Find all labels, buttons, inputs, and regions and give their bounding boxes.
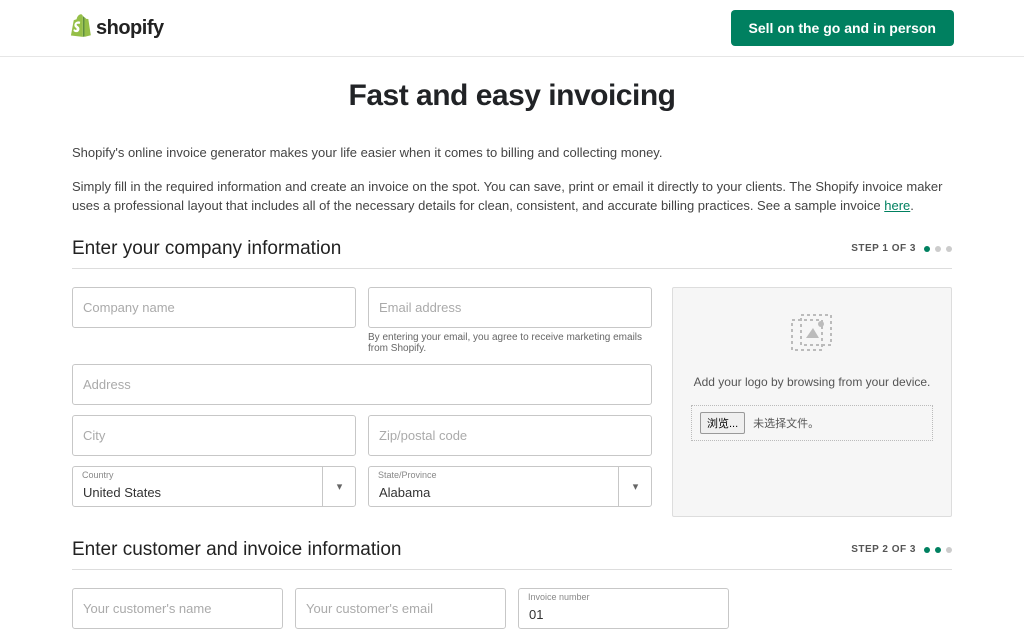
browse-button[interactable]: 浏览... xyxy=(700,412,745,434)
page-title: Fast and easy invoicing xyxy=(0,79,1024,113)
country-value[interactable] xyxy=(72,466,356,507)
step-indicator-2: STEP 2 OF 3 xyxy=(851,544,952,555)
shopify-bag-icon xyxy=(70,14,92,43)
dot xyxy=(924,547,930,553)
intro-paragraph-2: Simply fill in the required information … xyxy=(72,177,952,216)
city-field[interactable] xyxy=(72,415,356,456)
intro-paragraph-1: Shopify's online invoice generator makes… xyxy=(72,143,952,163)
email-field[interactable] xyxy=(368,287,652,328)
invoice-label: Invoice number xyxy=(528,592,590,602)
brand-name: shopify xyxy=(96,17,164,40)
dot xyxy=(946,246,952,252)
step2-dots xyxy=(924,547,952,553)
state-label: State/Province xyxy=(378,470,437,480)
address-field[interactable] xyxy=(72,364,652,405)
customer-email-field[interactable] xyxy=(295,588,506,629)
file-status-text: 未选择文件。 xyxy=(753,415,819,431)
section1-title: Enter your company information xyxy=(72,238,341,260)
sample-invoice-link[interactable]: here xyxy=(884,198,910,213)
upload-hint: Add your logo by browsing from your devi… xyxy=(691,375,933,389)
zip-field[interactable] xyxy=(368,415,652,456)
dot xyxy=(924,246,930,252)
file-chooser-row: 浏览... 未选择文件。 xyxy=(691,405,933,441)
step1-dots xyxy=(924,246,952,252)
main-content: Shopify's online invoice generator makes… xyxy=(62,143,962,629)
invoice-number-wrap: Invoice number xyxy=(518,588,729,629)
logo-upload-panel: Add your logo by browsing from your devi… xyxy=(672,287,952,517)
dot xyxy=(946,547,952,553)
step-indicator-1: STEP 1 OF 3 xyxy=(851,243,952,254)
customer-name-field[interactable] xyxy=(72,588,283,629)
company-form: By entering your email, you agree to rec… xyxy=(72,287,952,517)
section2-header: Enter customer and invoice information S… xyxy=(72,539,952,570)
image-placeholder-icon xyxy=(791,314,833,357)
dot xyxy=(935,547,941,553)
country-select[interactable]: Country ▾ xyxy=(72,466,356,507)
email-helper-text: By entering your email, you agree to rec… xyxy=(368,332,652,354)
dot xyxy=(935,246,941,252)
sell-cta-button[interactable]: Sell on the go and in person xyxy=(731,10,954,46)
step1-label: STEP 1 OF 3 xyxy=(851,243,916,254)
country-label: Country xyxy=(82,470,114,480)
section2-title: Enter customer and invoice information xyxy=(72,539,402,561)
section1-header: Enter your company information STEP 1 OF… xyxy=(72,238,952,269)
state-select[interactable]: State/Province ▾ xyxy=(368,466,652,507)
brand-logo[interactable]: shopify xyxy=(70,14,164,43)
step2-label: STEP 2 OF 3 xyxy=(851,544,916,555)
customer-row: Invoice number xyxy=(72,588,952,629)
top-header: shopify Sell on the go and in person xyxy=(0,0,1024,57)
company-name-field[interactable] xyxy=(72,287,356,328)
company-fields: By entering your email, you agree to rec… xyxy=(72,287,652,517)
